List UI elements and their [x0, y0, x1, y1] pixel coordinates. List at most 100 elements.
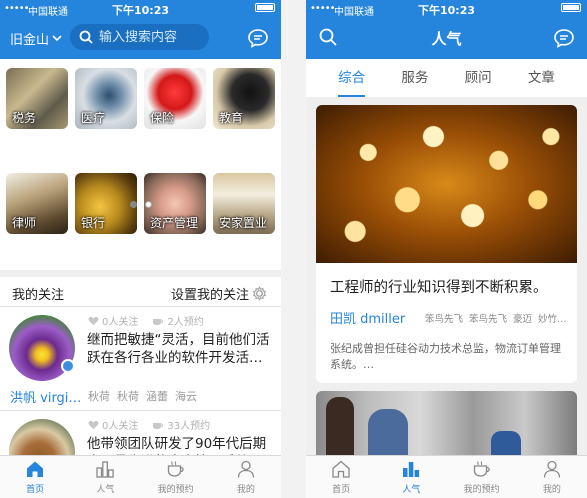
card-title: 工程师的行业知识得到不断积累。: [330, 280, 548, 296]
tab-bookings[interactable]: 我的预约: [141, 456, 211, 498]
heart-icon[interactable]: [88, 316, 99, 326]
home-icon: [27, 461, 44, 477]
item-summary: 继而把敏捷“灵活，目前他们活跃在各行各业的软件开发活…: [87, 332, 270, 366]
tab-label: 我的: [542, 485, 561, 495]
tab-bookings[interactable]: 我的预约: [447, 456, 517, 498]
category-education[interactable]: 教育: [213, 68, 275, 129]
tab-services[interactable]: 服务: [401, 66, 428, 90]
item-meta: 0人关注 33人预约: [88, 417, 210, 432]
tab-advisors[interactable]: 顾问: [465, 66, 492, 90]
follow-settings-label: 设置我的关注: [170, 288, 249, 303]
follow-count: 0人关注: [102, 421, 139, 432]
author-name[interactable]: 洪帆 virgi…: [10, 387, 81, 406]
category-tabs: 综合 服务 顾问 文章: [306, 59, 587, 97]
popular-navbar: 人气: [306, 17, 587, 59]
tag[interactable]: 秋荷: [117, 388, 139, 404]
follow-settings-button[interactable]: 设置我的关注: [171, 284, 267, 303]
booking-count: 2人预约: [167, 317, 204, 328]
tab-bar: 首页 人气 我的预约 我的: [0, 455, 281, 498]
battery-icon: [255, 3, 275, 12]
follow-header: 我的关注 设置我的关注: [0, 277, 281, 307]
category-grid: 税务 医疗 保险 教育 律师 银行 资产管理 安家置业: [0, 59, 281, 270]
category-insurance[interactable]: 保险: [144, 68, 206, 129]
bar-chart-icon: [403, 462, 420, 477]
card-description: 张纪成曾担任硅谷动力技术总监，物流订单管理系统。…: [330, 342, 561, 371]
article-card-image[interactable]: [316, 391, 577, 461]
tag[interactable]: 笨鸟先飞: [425, 311, 463, 325]
popular-screen: ••••• 中国联通 下午10:23 人气 综合 服务 顾问 文章 工程师的行业…: [306, 0, 587, 498]
tag-list: 笨鸟先飞 笨鸟先飞 豪迈 妙竹…: [425, 311, 567, 325]
page-title: 人气: [431, 30, 462, 48]
heart-icon[interactable]: [88, 420, 99, 430]
status-bar: ••••• 中国联通 下午10:23: [0, 0, 281, 18]
search-bar[interactable]: [70, 24, 209, 50]
category-medical[interactable]: 医疗: [75, 68, 137, 129]
category-label: 资产管理: [150, 215, 199, 230]
tab-profile[interactable]: 我的: [211, 456, 281, 498]
user-icon: [237, 460, 255, 478]
tab-popular[interactable]: 人气: [70, 456, 140, 498]
tab-popular[interactable]: 人气: [376, 456, 446, 498]
cup-icon: [153, 422, 164, 429]
tab-profile[interactable]: 我的: [517, 456, 587, 498]
status-right: [561, 3, 581, 12]
status-bar: ••••• 中国联通 下午10:23: [306, 0, 587, 18]
page-dot[interactable]: [144, 201, 152, 208]
coffee-cup-icon: [473, 461, 490, 477]
tab-label: 我的: [236, 485, 255, 495]
card-image: [316, 105, 577, 263]
cup-icon: [153, 318, 164, 325]
message-icon[interactable]: [247, 27, 269, 49]
tab-label: 我的预约: [463, 485, 500, 495]
category-label: 律师: [12, 215, 37, 230]
tag[interactable]: 秋荷: [88, 388, 110, 404]
city-selector[interactable]: 旧金山: [10, 29, 62, 48]
tab-overall[interactable]: 综合: [338, 66, 366, 97]
follow-count: 0人关注: [102, 317, 139, 328]
category-label: 教育: [219, 111, 244, 125]
search-input[interactable]: [99, 29, 209, 45]
tab-label: 首页: [332, 485, 351, 495]
booking-count: 33人预约: [167, 421, 211, 432]
tab-home[interactable]: 首页: [0, 456, 70, 498]
category-label: 银行: [81, 215, 106, 230]
page-indicator: [0, 201, 281, 208]
tab-label: 人气: [402, 485, 421, 495]
tag-list: 秋荷 秋荷 涵蕾 海云: [88, 388, 197, 404]
city-label: 旧金山: [10, 33, 50, 48]
tag[interactable]: 笨鸟先飞: [469, 311, 507, 325]
photo-figure: [368, 409, 408, 461]
page-dot[interactable]: [129, 201, 137, 208]
category-label: 保险: [150, 111, 175, 125]
chevron-down-icon: [52, 35, 62, 42]
category-label: 税务: [12, 111, 37, 125]
home-icon: [332, 460, 350, 478]
item-meta: 0人关注 2人预约: [88, 313, 204, 328]
user-badge-icon: [61, 359, 75, 373]
photo-figure: [326, 397, 354, 461]
category-label: 医疗: [81, 111, 106, 125]
author-name[interactable]: 田凯 dmiller: [330, 308, 405, 327]
gear-icon: [252, 286, 267, 301]
search-icon: [79, 30, 93, 44]
category-label: 安家置业: [219, 215, 268, 230]
tab-articles[interactable]: 文章: [528, 66, 555, 90]
tag[interactable]: 海云: [175, 388, 197, 404]
clock: 下午10:23: [417, 4, 475, 17]
message-icon[interactable]: [553, 27, 575, 49]
tab-label: 首页: [26, 485, 45, 495]
tag[interactable]: 涵蕾: [146, 388, 168, 404]
user-icon: [543, 460, 561, 478]
battery-icon: [561, 3, 581, 12]
tab-label: 人气: [96, 485, 115, 495]
tab-bar: 首页 人气 我的预约 我的: [306, 455, 587, 498]
tag[interactable]: 豪迈: [513, 311, 532, 325]
category-tax[interactable]: 税务: [6, 68, 68, 129]
tab-label: 我的预约: [157, 485, 194, 495]
list-item[interactable]: 0人关注 2人预约 继而把敏捷“灵活，目前他们活跃在各行各业的软件开发活… 洪帆…: [0, 307, 281, 411]
tab-home[interactable]: 首页: [306, 456, 376, 498]
tag[interactable]: 妙竹…: [538, 311, 567, 325]
clock: 下午10:23: [111, 4, 169, 17]
article-card[interactable]: 工程师的行业知识得到不断积累。 田凯 dmiller 笨鸟先飞 笨鸟先飞 豪迈 …: [316, 105, 577, 383]
status-right: [255, 3, 275, 12]
